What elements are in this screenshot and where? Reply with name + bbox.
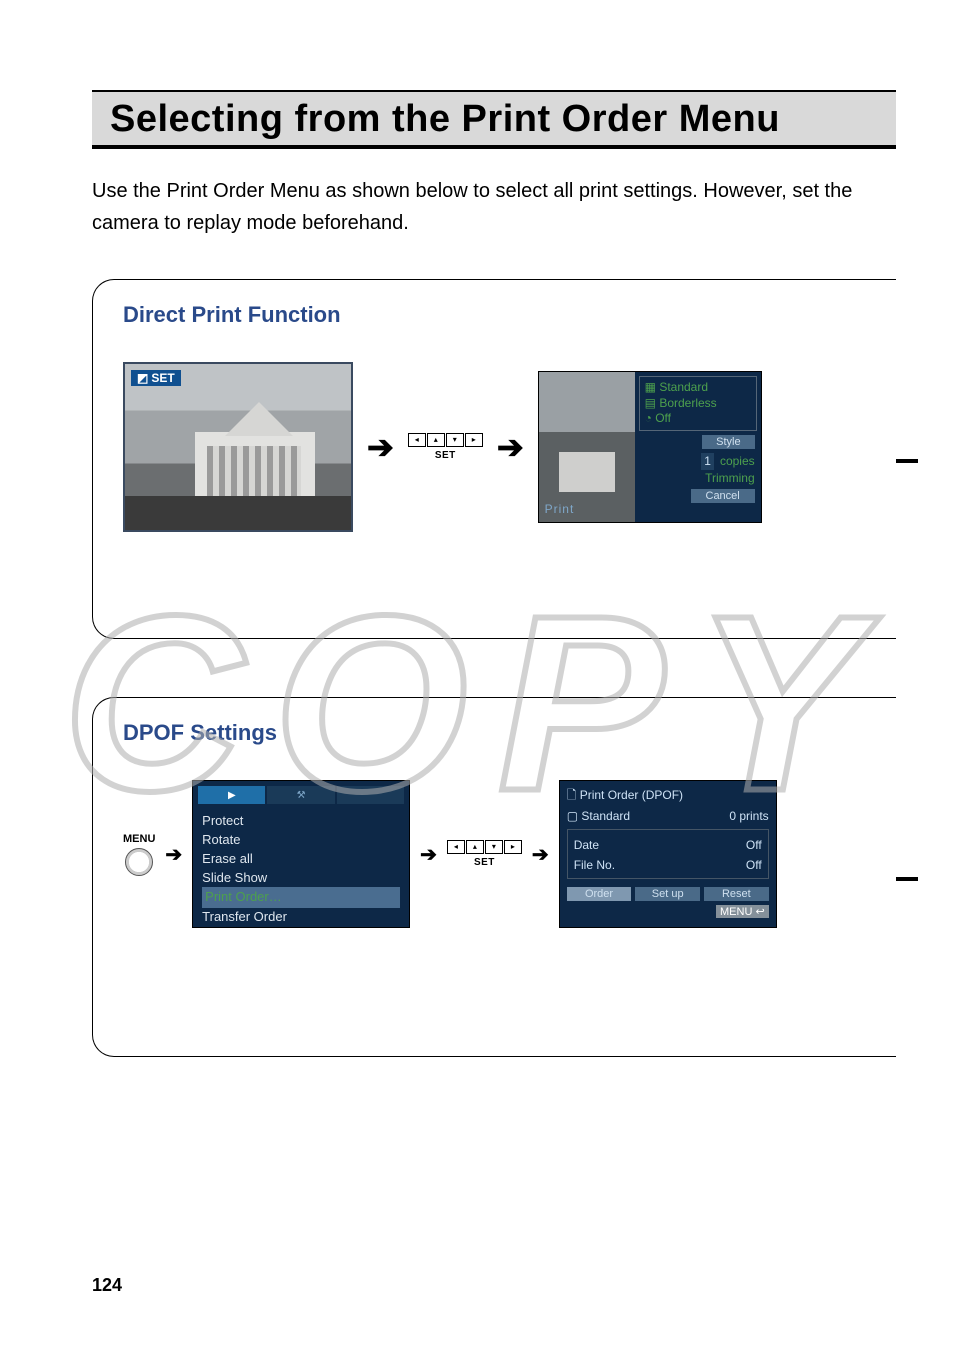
dpof-date-label: Date: [574, 836, 599, 854]
dpof-standard-value: 0 prints: [729, 809, 768, 823]
set-tag-overlay: ◩ SET: [131, 370, 181, 386]
printer-icon: ◩: [137, 371, 148, 385]
menu-button-circle: [125, 848, 153, 876]
return-icon: ↩: [755, 906, 764, 918]
print-options-screen: Print ▦ Standard ▤ Borderless ◔ Off Styl…: [538, 371, 762, 523]
dpof-screen: 🗋 Print Order (DPOF) ▢ Standard 0 prints…: [559, 780, 777, 928]
menu-item-print-order[interactable]: Print Order…: [202, 887, 400, 908]
user-tab-icon[interactable]: [337, 786, 404, 804]
arrow-icon: ➔: [367, 428, 394, 466]
set-label: SET: [408, 450, 483, 461]
play-menu-screen: ▶ ⚒ Protect Rotate Erase all Slide Show …: [192, 780, 410, 928]
menu-button-label: MENU: [123, 833, 155, 845]
dpof-setup-button[interactable]: Set up: [635, 887, 700, 901]
screen-print-button[interactable]: Print: [545, 502, 575, 516]
dpof-fileno-value: Off: [746, 856, 762, 874]
menu-button-graphic: MENU: [123, 833, 155, 876]
dpof-title: Print Order (DPOF): [580, 788, 683, 802]
page-title-band: Selecting from the Print Order Menu: [92, 90, 896, 149]
stripe-icon: ▤: [645, 396, 656, 410]
screen-copies-count: 1: [701, 453, 714, 470]
menu-item-erase-all[interactable]: Erase all: [202, 850, 400, 869]
screen-settings-box: ▦ Standard ▤ Borderless ◔ Off: [639, 376, 757, 431]
direct-print-panel: Direct Print Function ◩ SET ➔ ◂▴▾▸ SET ➔: [92, 279, 896, 639]
set-tag-label: SET: [151, 371, 174, 385]
dpof-date-value: Off: [746, 836, 762, 854]
page-title: Selecting from the Print Order Menu: [110, 98, 878, 141]
arrow-icon: ➔: [165, 842, 182, 867]
direct-print-heading: Direct Print Function: [123, 302, 874, 328]
connector-stub: [896, 877, 918, 881]
screen-borderless: Borderless: [659, 396, 716, 410]
dpof-menu-badge: MENU: [720, 906, 752, 918]
set-button-graphic: ◂▴▾▸ SET: [447, 840, 522, 868]
dpof-reset-button[interactable]: Reset: [704, 887, 769, 901]
dpof-settings-box: Date Off File No. Off: [567, 829, 769, 879]
play-tab-icon[interactable]: ▶: [198, 786, 265, 804]
set-label: SET: [447, 857, 522, 868]
page-icon: 🗋: [567, 788, 577, 802]
menu-item-slide-show[interactable]: Slide Show: [202, 869, 400, 888]
grid-icon: ▦: [645, 380, 656, 394]
screen-off: Off: [655, 411, 671, 425]
set-button-graphic: ◂▴▾▸ SET: [408, 433, 483, 461]
screen-cancel-button[interactable]: Cancel: [691, 489, 755, 503]
intro-text: Use the Print Order Menu as shown below …: [92, 175, 896, 239]
connector-stub: [896, 459, 918, 463]
screen-style-button[interactable]: Style: [702, 435, 754, 449]
dpof-settings-panel: DPOF Settings MENU ➔ ▶ ⚒ Protect Rotate …: [92, 697, 896, 1057]
arrow-icon: ➔: [532, 842, 549, 867]
screen-copies-label: copies: [720, 454, 755, 468]
menu-item-transfer-order[interactable]: Transfer Order: [202, 908, 400, 927]
dpof-fileno-label: File No.: [574, 856, 615, 874]
photo-columns: [207, 446, 301, 500]
clock-icon: ◔: [645, 411, 652, 425]
dpof-standard-label: Standard: [581, 809, 630, 823]
arrow-icon: ➔: [420, 842, 437, 867]
photo-foreground: [125, 496, 351, 530]
screen-trimming: Trimming: [635, 470, 755, 487]
arrow-icon: ➔: [497, 428, 524, 466]
dpof-order-button[interactable]: Order: [567, 887, 632, 901]
screen-standard: Standard: [659, 380, 708, 394]
menu-item-rotate[interactable]: Rotate: [202, 831, 400, 850]
camera-photo-preview: ◩ SET: [123, 362, 353, 532]
page-number: 124: [92, 1275, 122, 1296]
tools-tab-icon[interactable]: ⚒: [267, 786, 334, 804]
dpof-heading: DPOF Settings: [123, 720, 874, 746]
menu-item-protect[interactable]: Protect: [202, 812, 400, 831]
